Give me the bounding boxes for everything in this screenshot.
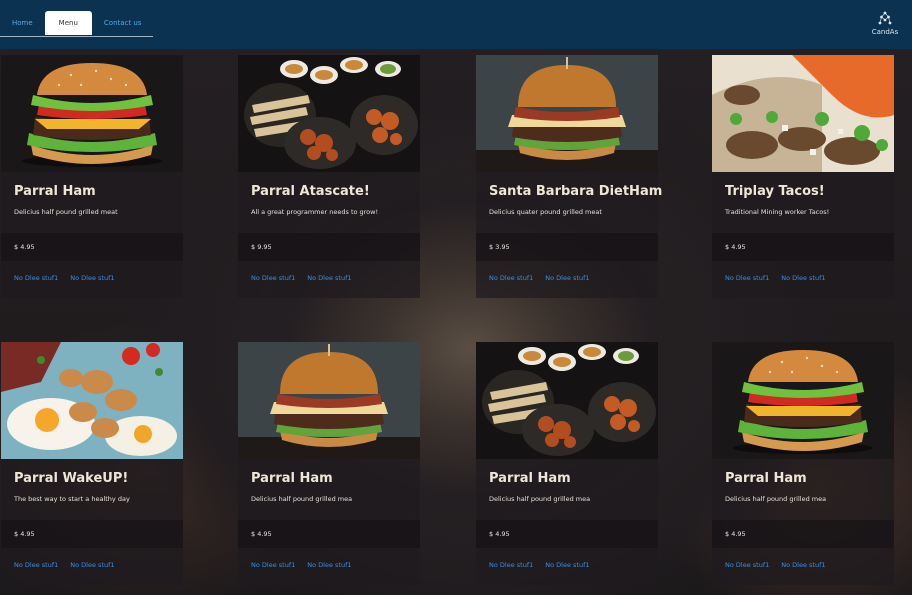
menu-card[interactable]: Parral Ham Delicius half pound grilled m… [476,342,658,585]
price-bar: $ 4.95 [238,520,420,548]
card-link[interactable]: No Dlee stuf1 [307,561,351,569]
card-description: Delicius half pound grilled mea [251,495,353,503]
card-link[interactable]: No Dlee stuf1 [251,561,295,569]
menu-card[interactable]: Santa Barbara DietHam Delicius quater po… [476,55,662,298]
card-link[interactable]: No Dlee stuf1 [70,561,114,569]
card-links: No Dlee stuf1 No Dlee stuf1 [489,274,590,282]
tab-home[interactable]: Home [0,11,45,35]
food-image [1,342,183,459]
price-bar: $ 4.95 [712,520,894,548]
card-link[interactable]: No Dlee stuf1 [489,561,533,569]
menu-card[interactable]: Parral Ham Delicius half pound grilled m… [238,342,420,585]
card-price: $ 4.95 [14,530,35,538]
card-link[interactable]: No Dlee stuf1 [725,274,769,282]
navbar: Home Menu Contact us CandAs [0,0,912,49]
card-link[interactable]: No Dlee stuf1 [545,274,589,282]
price-bar: $ 4.95 [1,520,183,548]
card-links: No Dlee stuf1 No Dlee stuf1 [251,561,352,569]
card-link[interactable]: No Dlee stuf1 [781,561,825,569]
card-link[interactable]: No Dlee stuf1 [307,274,351,282]
tab-contact[interactable]: Contact us [92,11,154,35]
menu-card[interactable]: Parral WakeUP! The best way to start a h… [1,342,183,585]
food-image [476,55,658,172]
card-link[interactable]: No Dlee stuf1 [725,561,769,569]
card-price: $ 3.95 [489,243,510,251]
card-link[interactable]: No Dlee stuf1 [14,561,58,569]
card-description: Traditional Mining worker Tacos! [725,208,830,216]
card-description: Delicius quater pound grilled meat [489,208,602,216]
tab-menu[interactable]: Menu [44,11,92,35]
card-title: Parral Ham [725,471,807,486]
nav-tabs: Home Menu Contact us [0,11,154,37]
card-description: Delicius half pound grilled meat [14,208,118,216]
card-link[interactable]: No Dlee stuf1 [70,274,114,282]
food-image [1,55,183,172]
price-bar: $ 4.95 [1,233,183,261]
card-description: Delicius half pound grilled mea [725,495,827,503]
card-links: No Dlee stuf1 No Dlee stuf1 [14,274,115,282]
card-price: $ 9.95 [251,243,272,251]
card-price: $ 4.95 [489,530,510,538]
food-image [238,342,420,459]
brand[interactable]: CandAs [870,10,900,36]
price-bar: $ 4.95 [476,520,658,548]
card-description: Delicius half pound grilled mea [489,495,591,503]
card-link[interactable]: No Dlee stuf1 [14,274,58,282]
menu-card[interactable]: Parral Atascate! All a great programmer … [238,55,420,298]
card-title: Parral Ham [14,184,96,199]
card-title: Triplay Tacos! [725,184,825,199]
price-bar: $ 4.95 [712,233,894,261]
card-link[interactable]: No Dlee stuf1 [251,274,295,282]
card-links: No Dlee stuf1 No Dlee stuf1 [251,274,352,282]
card-title: Santa Barbara DietHam [489,184,663,199]
menu-card[interactable]: Triplay Tacos! Traditional Mining worker… [712,55,894,298]
card-link[interactable]: No Dlee stuf1 [489,274,533,282]
food-image [238,55,420,172]
card-description: All a great programmer needs to grow! [251,208,379,216]
card-links: No Dlee stuf1 No Dlee stuf1 [489,561,590,569]
brand-name: CandAs [871,28,899,36]
card-links: No Dlee stuf1 No Dlee stuf1 [14,561,115,569]
card-price: $ 4.95 [251,530,272,538]
card-price: $ 4.95 [725,243,746,251]
price-bar: $ 3.95 [476,233,658,261]
card-links: No Dlee stuf1 No Dlee stuf1 [725,561,826,569]
price-bar: $ 9.95 [238,233,420,261]
card-title: Parral WakeUP! [14,471,129,486]
card-link[interactable]: No Dlee stuf1 [545,561,589,569]
food-image [712,55,894,172]
food-image [712,342,894,459]
card-title: Parral Ham [489,471,571,486]
menu-card[interactable]: Parral Ham Delicius half pound grilled m… [712,342,894,585]
card-title: Parral Ham [251,471,333,486]
menu-card[interactable]: Parral Ham Delicius half pound grilled m… [1,55,183,298]
card-description: The best way to start a healthy day [14,495,130,503]
brand-logo-icon [876,10,894,26]
food-image [476,342,658,459]
card-title: Parral Atascate! [251,184,370,199]
card-price: $ 4.95 [14,243,35,251]
card-link[interactable]: No Dlee stuf1 [781,274,825,282]
card-price: $ 4.95 [725,530,746,538]
card-links: No Dlee stuf1 No Dlee stuf1 [725,274,826,282]
